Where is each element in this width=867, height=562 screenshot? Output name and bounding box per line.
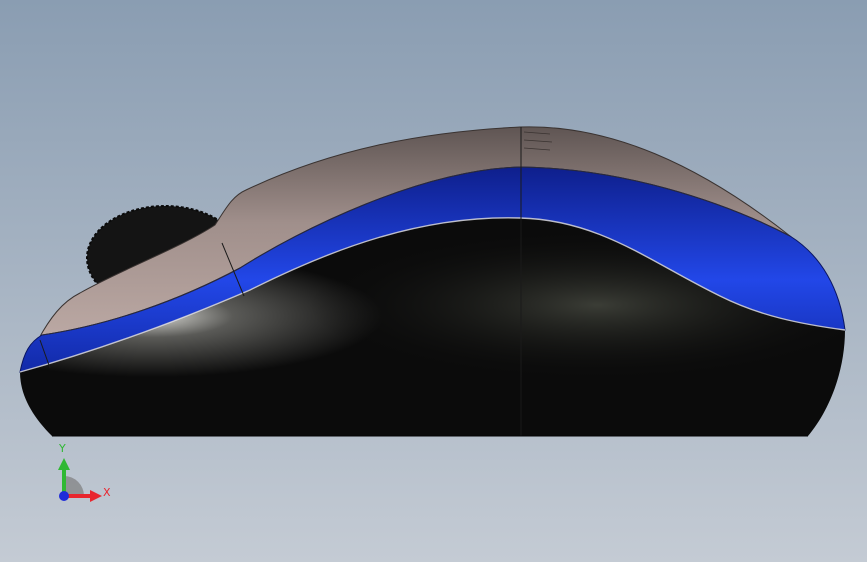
mouse-model[interactable] (0, 0, 867, 562)
graphics-viewport[interactable]: Y X (0, 0, 867, 562)
y-axis-arrow-head (58, 458, 70, 470)
y-axis-label: Y (59, 442, 66, 455)
x-axis-arrow-head (90, 490, 102, 502)
z-axis-dot (59, 491, 69, 501)
x-axis-label: X (103, 486, 111, 499)
